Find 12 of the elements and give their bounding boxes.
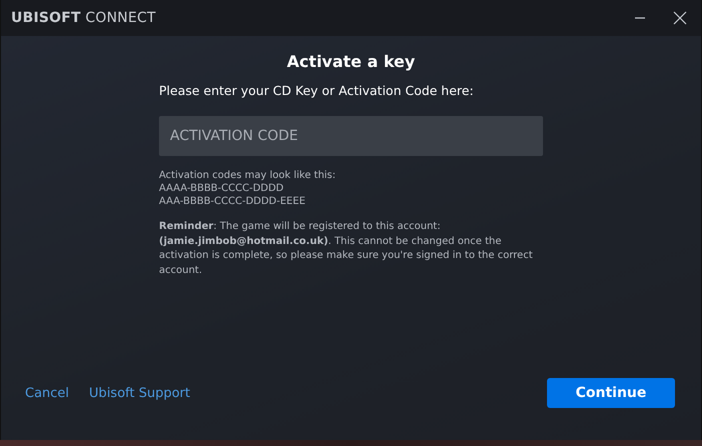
close-icon[interactable] [673, 11, 687, 25]
dialog-heading: Activate a key [286, 52, 416, 71]
format-hint-line: AAAA-BBBB-CCCC-DDDD [159, 182, 285, 195]
continue-button[interactable]: Continue [547, 378, 675, 408]
format-hint-line: Activation codes may look like this: [159, 169, 337, 182]
reminder-text: Reminder: The game will be registered to this account: (jamie.jimbob@hotmail.co.uk). This cannot be changed once the activation is complete, so please make sure you're signed in to the correct account. [159, 220, 534, 278]
footer-link[interactable]: Cancel [25, 386, 70, 400]
window-title: UBISOFT CONNECT [11, 10, 156, 26]
prompt-text: Please enter your CD Key or Activation Code here: [159, 83, 475, 98]
format-hint-line: AAA-BBBB-CCCC-DDDD-EEEE [159, 195, 306, 208]
activation-code-field[interactable]: ACTIVATION CODE [159, 116, 543, 156]
footer-link[interactable]: Ubisoft Support [89, 386, 190, 400]
